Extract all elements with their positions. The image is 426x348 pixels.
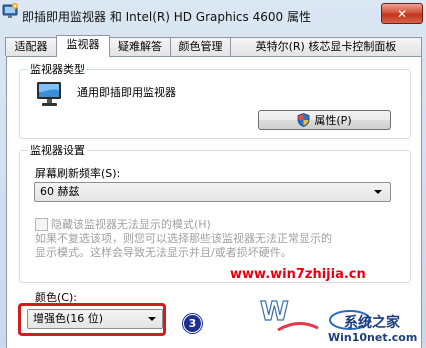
- step-badge: 3: [183, 314, 202, 333]
- tab-troubleshoot[interactable]: 疑难解答: [109, 37, 171, 56]
- watermark-site: Win10net.com: [328, 331, 418, 344]
- watermark-url: www.win7zhijia.cn: [230, 267, 366, 282]
- monitor-settings-heading: 监视器设置: [28, 142, 87, 158]
- properties-button-label: 属性(P): [314, 114, 352, 127]
- monitor-app-icon: [2, 3, 20, 21]
- window-title: 即插即用监视器 和 Intel(R) HD Graphics 4600 属性: [22, 10, 311, 24]
- hide-modes-label: 隐藏该监视器无法显示的模式(H): [51, 218, 211, 231]
- help-text-line2: 显示模式。这样会导致无法显示并且/或者损坏硬件。: [35, 246, 292, 259]
- properties-window: 即插即用监视器 和 Intel(R) HD Graphics 4600 属性 ✕…: [0, 0, 426, 348]
- help-text-line1: 如果不复选该项，则您可以选择那些该监视器无法正常显示的: [35, 232, 332, 245]
- tab-color-management[interactable]: 颜色管理: [170, 37, 231, 56]
- monitor-type-heading: 监视器类型: [28, 61, 87, 77]
- refresh-rate-dropdown[interactable]: 60 赫兹: [34, 182, 391, 202]
- tab-monitor[interactable]: 监视器: [56, 35, 110, 57]
- tab-intel-control-panel[interactable]: 英特尔(R) 核芯显卡控制面板: [230, 37, 422, 56]
- tab-strip: 适配器 监视器 疑难解答 颜色管理 英特尔(R) 核芯显卡控制面板: [0, 35, 426, 57]
- highlight-box: [18, 303, 166, 336]
- properties-button[interactable]: 属性(P): [258, 110, 391, 130]
- close-button[interactable]: ✕: [381, 3, 423, 24]
- shield-icon: [297, 113, 310, 127]
- svg-text:W: W: [260, 297, 289, 327]
- watermark-logo: W 系统之家 Win10net.com: [258, 290, 420, 345]
- title-bar[interactable]: 即插即用监视器 和 Intel(R) HD Graphics 4600 属性 ✕: [0, 0, 426, 30]
- close-icon: ✕: [396, 6, 408, 21]
- hide-modes-checkbox[interactable]: [35, 218, 48, 231]
- refresh-rate-label: 屏幕刷新频率(S):: [35, 167, 121, 180]
- monitor-icon: [35, 80, 65, 110]
- tab-adapter[interactable]: 适配器: [5, 37, 57, 56]
- watermark-brand: 系统之家: [344, 315, 400, 331]
- monitor-name: 通用即插即用监视器: [77, 86, 176, 99]
- chevron-down-icon: [374, 190, 382, 194]
- refresh-rate-value: 60 赫兹: [40, 185, 80, 198]
